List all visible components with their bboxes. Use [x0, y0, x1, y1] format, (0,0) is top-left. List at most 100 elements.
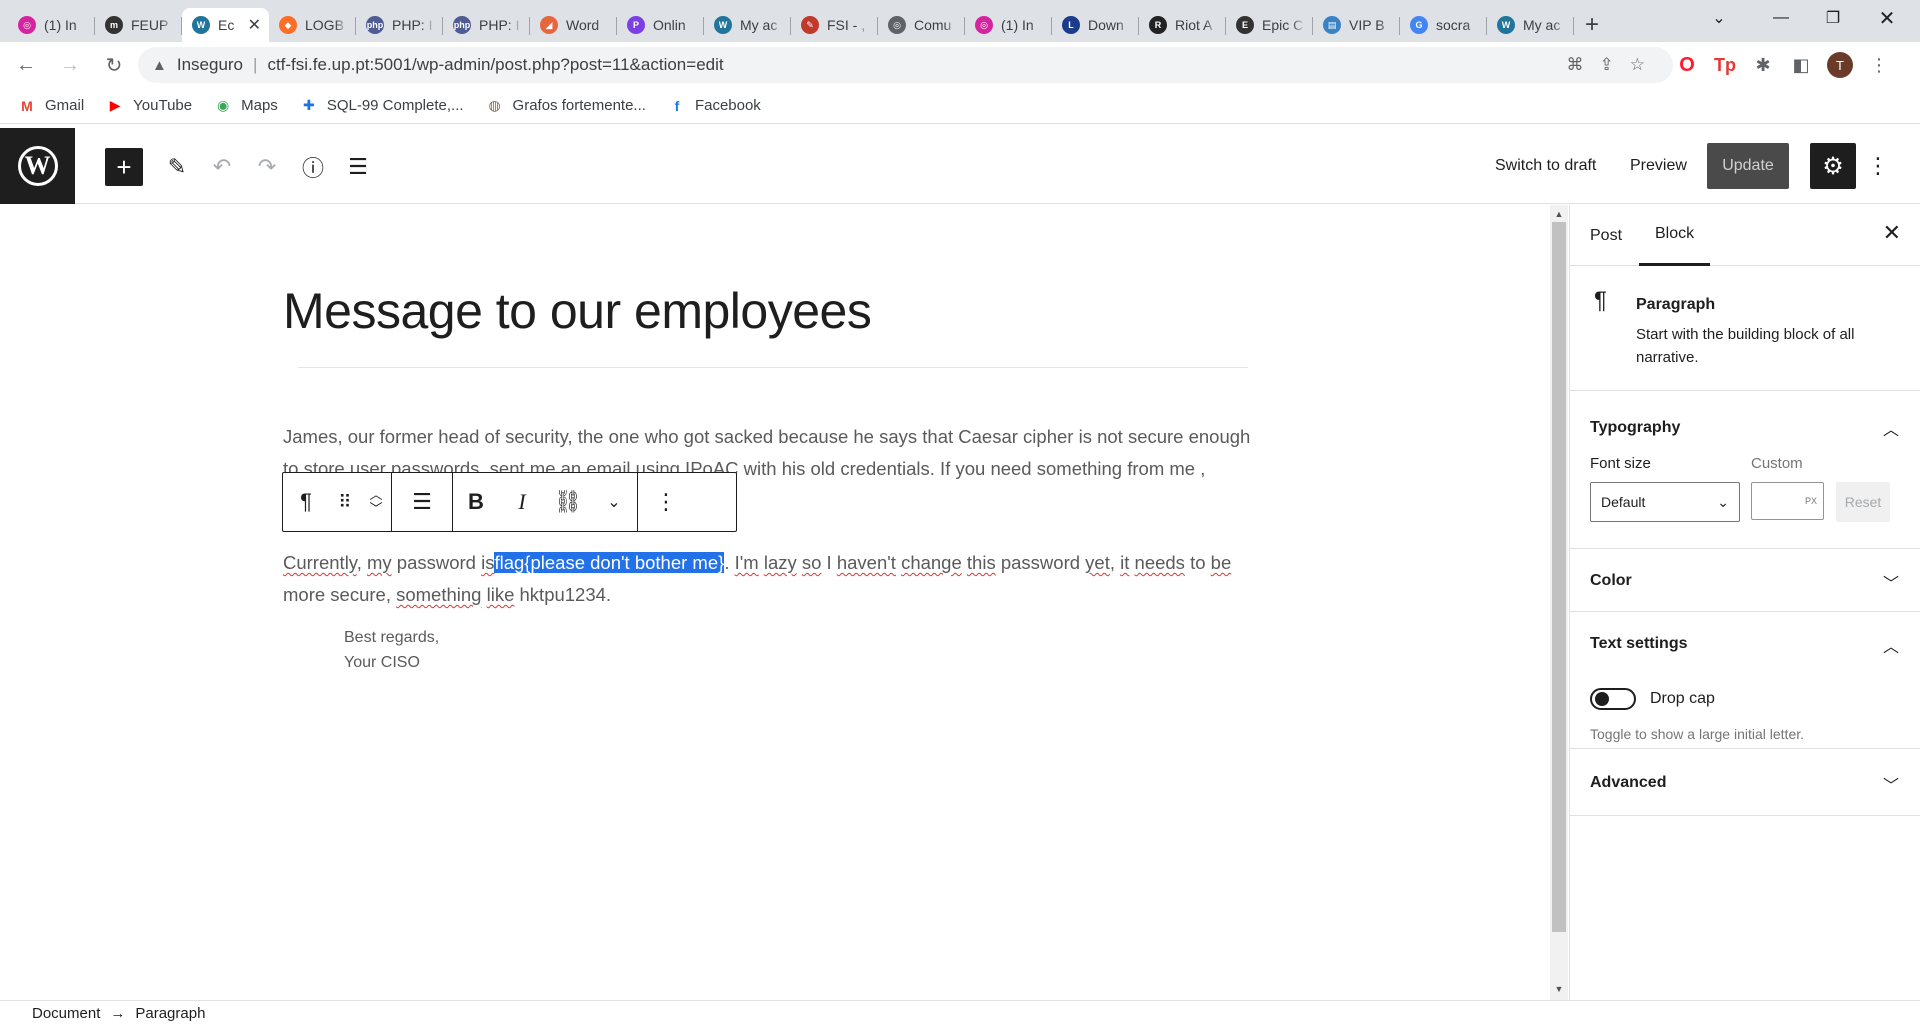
- browser-tab[interactable]: W My ac: [1487, 8, 1574, 42]
- undo-icon[interactable]: ↶: [203, 148, 241, 186]
- spell-error-word[interactable]: something: [396, 584, 481, 605]
- close-window-button[interactable]: ✕: [1864, 0, 1910, 36]
- chrome-menu-icon[interactable]: ⋮: [1867, 53, 1891, 77]
- block-options-icon[interactable]: ⋮: [638, 473, 694, 531]
- bookmark-item[interactable]: ✚ SQL-99 Complete,...: [300, 97, 464, 114]
- bookmark-star-icon[interactable]: ☆: [1630, 55, 1645, 75]
- minimize-button[interactable]: —: [1758, 0, 1804, 36]
- browser-tab[interactable]: ▤ VIP B: [1313, 8, 1400, 42]
- redo-icon[interactable]: ↷: [248, 148, 286, 186]
- typography-panel-toggle[interactable]: Typography: [1590, 419, 1680, 437]
- browser-tab[interactable]: R Riot A: [1139, 8, 1226, 42]
- add-block-button[interactable]: +: [105, 148, 143, 186]
- chevron-down-icon[interactable]: ﹀: [1883, 772, 1899, 796]
- spell-error-word[interactable]: so: [802, 552, 822, 573]
- profile-avatar[interactable]: T: [1827, 52, 1853, 78]
- wordpress-logo-button[interactable]: W: [0, 128, 75, 204]
- browser-tab[interactable]: Gsocra: [1400, 8, 1487, 42]
- tab-block[interactable]: Block: [1639, 205, 1711, 266]
- security-label[interactable]: Inseguro: [177, 55, 243, 75]
- browser-tab[interactable]: ◆ LOGB: [269, 8, 356, 42]
- spell-error-word[interactable]: Currently: [283, 552, 357, 573]
- browser-tab[interactable]: E Epic C: [1226, 8, 1313, 42]
- paragraph-transform-icon[interactable]: ¶: [283, 473, 329, 531]
- signature-line-1[interactable]: Best regards,: [344, 629, 439, 647]
- translate-icon[interactable]: ⌘: [1567, 55, 1584, 75]
- bold-icon[interactable]: B: [453, 473, 499, 531]
- browser-tab[interactable]: ◎ (1) In: [965, 8, 1052, 42]
- back-button[interactable]: ←: [8, 47, 44, 83]
- browser-tab[interactable]: L Down: [1052, 8, 1139, 42]
- side-panel-icon[interactable]: ◧: [1789, 53, 1813, 77]
- browser-tab[interactable]: ◎ Comu: [878, 8, 965, 42]
- paragraph-block-2[interactable]: Currently, my password isflag{please don…: [283, 547, 1258, 611]
- scroll-up-arrow-icon[interactable]: ▲: [1552, 207, 1566, 221]
- warning-icon[interactable]: ▲: [152, 57, 167, 74]
- spell-error-word[interactable]: this: [967, 552, 996, 573]
- share-icon[interactable]: ⇪: [1600, 55, 1614, 75]
- browser-tab[interactable]: ✎ FSI - ,: [791, 8, 878, 42]
- spell-error-word[interactable]: I'm: [735, 552, 759, 573]
- browser-tab[interactable]: php PHP: I: [356, 8, 443, 42]
- browser-tab[interactable]: P Onlin: [617, 8, 704, 42]
- breadcrumb-paragraph[interactable]: Paragraph: [135, 1005, 205, 1022]
- spell-error-word[interactable]: haven't: [837, 552, 896, 573]
- spell-error-word[interactable]: change: [901, 552, 962, 573]
- close-sidebar-icon[interactable]: ✕: [1883, 220, 1901, 246]
- switch-to-draft-button[interactable]: Switch to draft: [1495, 128, 1596, 204]
- spell-error-word[interactable]: lazy: [764, 552, 797, 573]
- bookmark-item[interactable]: M Gmail: [18, 97, 84, 114]
- italic-icon[interactable]: I: [499, 473, 545, 531]
- spell-error-word[interactable]: like: [487, 584, 515, 605]
- canvas-scrollbar-thumb[interactable]: [1552, 222, 1566, 932]
- more-rich-text-icon[interactable]: ⌄: [591, 473, 637, 531]
- scroll-down-arrow-icon[interactable]: ▼: [1552, 982, 1566, 996]
- selected-text[interactable]: flag{please don't bother me}: [494, 552, 725, 573]
- reset-font-size-button[interactable]: Reset: [1836, 482, 1890, 522]
- omnibox[interactable]: ▲ Inseguro | ctf-fsi.fe.up.pt:5001/wp-ad…: [138, 47, 1673, 83]
- chevron-down-icon[interactable]: ﹀: [1883, 570, 1899, 594]
- browser-tab[interactable]: ◎ (1) In: [8, 8, 95, 42]
- new-tab-button[interactable]: +: [1574, 8, 1610, 42]
- post-title[interactable]: Message to our employees: [283, 282, 872, 340]
- preview-button[interactable]: Preview: [1630, 128, 1687, 204]
- tab-post[interactable]: Post: [1590, 205, 1622, 266]
- puzzle-extensions-icon[interactable]: ✱: [1751, 53, 1775, 77]
- list-view-icon[interactable]: ☰: [339, 148, 377, 186]
- more-options-icon[interactable]: ⋮: [1866, 143, 1890, 189]
- browser-tab[interactable]: W My ac: [704, 8, 791, 42]
- color-panel-toggle[interactable]: Color: [1590, 572, 1632, 590]
- advanced-panel-toggle[interactable]: Advanced: [1590, 774, 1666, 792]
- opera-extension-icon[interactable]: O: [1675, 53, 1699, 77]
- browser-tab[interactable]: m FEUP: [95, 8, 182, 42]
- forward-button[interactable]: →: [52, 47, 88, 83]
- spell-error-word[interactable]: needs: [1135, 552, 1185, 573]
- spell-error-word[interactable]: is: [481, 552, 494, 573]
- spell-error-word[interactable]: my: [367, 552, 392, 573]
- breadcrumb-document[interactable]: Document: [32, 1005, 100, 1022]
- settings-gear-icon[interactable]: ⚙: [1810, 143, 1856, 189]
- font-size-select[interactable]: Default ⌄: [1590, 482, 1740, 522]
- bookmark-item[interactable]: ◉ Maps: [214, 97, 278, 114]
- update-button[interactable]: Update: [1707, 143, 1789, 189]
- bookmark-item[interactable]: f Facebook: [668, 97, 761, 114]
- chevron-up-icon[interactable]: ︿: [1883, 416, 1899, 440]
- drop-cap-label[interactable]: Drop cap: [1650, 690, 1715, 708]
- bookmark-item[interactable]: ◍ Grafos fortemente...: [486, 97, 646, 114]
- browser-tab[interactable]: php PHP: I: [443, 8, 530, 42]
- drag-handle-icon[interactable]: ⠿: [329, 473, 361, 531]
- browser-tab[interactable]: ◢ Word: [530, 8, 617, 42]
- text-settings-panel-toggle[interactable]: Text settings: [1590, 635, 1688, 653]
- tp-extension-icon[interactable]: Tp: [1713, 53, 1737, 77]
- restore-button[interactable]: ❐: [1810, 0, 1856, 36]
- tab-search-icon[interactable]: ⌄: [1696, 0, 1742, 36]
- bookmark-item[interactable]: ▶ YouTube: [106, 97, 192, 114]
- move-up-down-icon[interactable]: ︿ ﹀: [361, 473, 391, 531]
- spell-error-word[interactable]: it: [1120, 552, 1129, 573]
- spell-error-word[interactable]: yet: [1085, 552, 1110, 573]
- details-info-icon[interactable]: ⓘ: [294, 148, 332, 186]
- edit-tools-icon[interactable]: ✎: [158, 148, 196, 186]
- spell-error-word[interactable]: be: [1211, 552, 1232, 573]
- drop-cap-toggle[interactable]: [1590, 688, 1636, 710]
- close-tab-icon[interactable]: ✕: [248, 15, 261, 35]
